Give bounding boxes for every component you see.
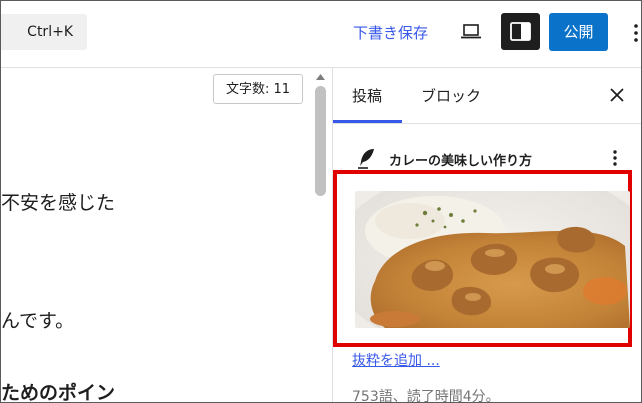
- tab-block[interactable]: ブロック: [421, 85, 481, 106]
- paragraph-line[interactable]: 不安を感じた: [1, 188, 115, 215]
- scroll-up-arrow-icon[interactable]: [315, 72, 326, 82]
- close-icon: [610, 88, 624, 102]
- editor-window: Ctrl+K 下書き保存 公開 文字数: 11 不安を感じた んです。 ためのポ…: [0, 0, 642, 403]
- scrollbar-thumb[interactable]: [315, 86, 326, 196]
- featured-image-highlight: [333, 170, 632, 347]
- post-title: カレーの美味しい作り方: [389, 154, 533, 169]
- preview-button[interactable]: [460, 22, 482, 42]
- featured-image[interactable]: [355, 191, 630, 328]
- feather-icon: [358, 149, 374, 169]
- sidebar-toggle-icon: [510, 22, 531, 41]
- post-summary-row: カレーの美味しい作り方: [357, 148, 627, 170]
- tab-post[interactable]: 投稿: [352, 85, 382, 106]
- more-vertical-icon: [634, 24, 638, 42]
- top-toolbar: Ctrl+K 下書き保存 公開: [1, 1, 641, 68]
- publish-button[interactable]: 公開: [549, 13, 608, 51]
- save-draft-button[interactable]: 下書き保存: [353, 22, 428, 43]
- options-button[interactable]: [632, 21, 640, 45]
- sidebar-tabs: 投稿 ブロック: [333, 68, 641, 124]
- close-sidebar-button[interactable]: [609, 87, 625, 103]
- heading-block[interactable]: ためのポイン: [1, 378, 115, 402]
- post-stats: 753語、読了時間4分。: [352, 389, 500, 403]
- command-shortcut: Ctrl+K: [27, 24, 73, 40]
- settings-sidebar: 投稿 ブロック カレーの美味しい作り方 抜粋を追加 ... 753語、読了時間4…: [332, 68, 641, 403]
- command-palette-button[interactable]: Ctrl+K: [1, 14, 87, 50]
- active-tab-indicator: [333, 120, 402, 123]
- paragraph-line[interactable]: んです。: [1, 306, 74, 333]
- settings-sidebar-toggle[interactable]: [501, 13, 540, 50]
- more-vertical-icon[interactable]: [611, 148, 619, 168]
- word-count-badge: 文字数: 11: [213, 74, 303, 104]
- editor-canvas[interactable]: 文字数: 11 不安を感じた んです。 ためのポイン: [1, 68, 331, 402]
- curry-photo: [355, 191, 630, 328]
- add-excerpt-link[interactable]: 抜粋を追加 ...: [352, 350, 440, 370]
- laptop-icon: [461, 24, 481, 39]
